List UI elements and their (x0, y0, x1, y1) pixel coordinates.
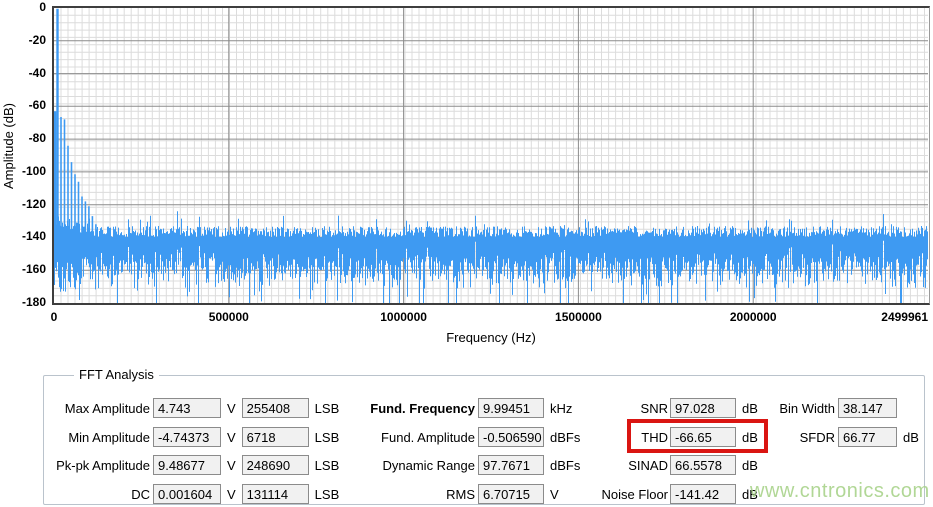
sinad-label: SINAD (580, 458, 668, 473)
max-amplitude-label: Max Amplitude (40, 401, 150, 416)
watermark: www.cntronics.com (750, 480, 930, 503)
y-tick-label: 0 (6, 0, 46, 14)
field-dc: DC 0.001604 V 131114 LSB (40, 484, 339, 504)
field-pkpk-amplitude: Pk-pk Amplitude 9.48677 V 248690 LSB (40, 455, 339, 475)
thd-unit: dB (742, 430, 758, 445)
fund-amplitude-label: Fund. Amplitude (340, 430, 475, 445)
snr-unit: dB (742, 401, 758, 416)
x-tick-label: 2000000 (730, 310, 777, 324)
field-fund-amplitude: Fund. Amplitude -0.506590 dBFs (340, 427, 580, 447)
field-snr: SNR 97.028 dB (580, 398, 758, 418)
field-sinad: SINAD 66.5578 dB (580, 455, 758, 475)
snr-value[interactable]: 97.028 (670, 398, 736, 418)
pkpk-amplitude-unit: V (227, 458, 236, 473)
snr-label: SNR (580, 401, 668, 416)
dynamic-range-value[interactable]: 97.7671 (478, 455, 544, 475)
field-bin-width: Bin Width 38.147 (760, 398, 903, 418)
min-amplitude-label: Min Amplitude (40, 430, 150, 445)
spectrum-svg (54, 8, 928, 303)
groupbox-title: FFT Analysis (74, 367, 159, 382)
y-tick-label: -60 (6, 98, 46, 112)
dc-label: DC (40, 487, 150, 502)
sinad-unit: dB (742, 458, 758, 473)
fund-frequency-value[interactable]: 9.99451 (478, 398, 544, 418)
fund-frequency-unit: kHz (550, 401, 572, 416)
y-tick-label: -80 (6, 131, 46, 145)
min-amplitude-unit: V (227, 430, 236, 445)
field-min-amplitude: Min Amplitude -4.74373 V 6718 LSB (40, 427, 339, 447)
y-tick-label: -140 (6, 229, 46, 243)
noise-floor-value[interactable]: -141.42 (670, 484, 736, 504)
x-tick-label: 1000000 (380, 310, 427, 324)
thd-value[interactable]: -66.65 (670, 427, 736, 447)
rms-value[interactable]: 6.70715 (478, 484, 544, 504)
rms-unit: V (550, 487, 559, 502)
field-dynamic-range: Dynamic Range 97.7671 dBFs (340, 455, 580, 475)
thd-label: THD (580, 430, 668, 445)
max-amplitude-value[interactable]: 4.743 (153, 398, 221, 418)
sfdr-value[interactable]: 66.77 (838, 427, 897, 447)
field-sfdr: SFDR 66.77 dB (760, 427, 919, 447)
y-tick-label: -100 (6, 164, 46, 178)
y-tick-label: -20 (6, 33, 46, 47)
max-amplitude-unit: V (227, 401, 236, 416)
pkpk-amplitude-label: Pk-pk Amplitude (40, 458, 150, 473)
fft-analyzer-window: Amplitude (dB) 0-20-40-60-80-100-120-140… (0, 0, 933, 507)
min-amplitude-lsb-unit: LSB (315, 430, 340, 445)
dc-unit: V (227, 487, 236, 502)
fund-amplitude-unit: dBFs (550, 430, 580, 445)
x-tick-label: 0 (51, 310, 58, 324)
fund-amplitude-value[interactable]: -0.506590 (478, 427, 544, 447)
bin-width-label: Bin Width (760, 401, 835, 416)
sfdr-label: SFDR (760, 430, 835, 445)
max-amplitude-lsb[interactable]: 255408 (242, 398, 309, 418)
max-amplitude-lsb-unit: LSB (315, 401, 340, 416)
y-tick-label: -180 (6, 295, 46, 309)
dc-lsb[interactable]: 131114 (242, 484, 309, 504)
dc-value[interactable]: 0.001604 (153, 484, 221, 504)
y-tick-label: -120 (6, 197, 46, 211)
sinad-value[interactable]: 66.5578 (670, 455, 736, 475)
y-tick-label: -40 (6, 66, 46, 80)
noise-floor-label: Noise Floor (580, 487, 668, 502)
field-noise-floor: Noise Floor -141.42 dB (580, 484, 758, 504)
field-fund-frequency: Fund. Frequency 9.99451 kHz (340, 398, 572, 418)
rms-label: RMS (340, 487, 475, 502)
sfdr-unit: dB (903, 430, 919, 445)
field-rms: RMS 6.70715 V (340, 484, 559, 504)
dc-lsb-unit: LSB (315, 487, 340, 502)
plot-area[interactable] (52, 6, 930, 305)
field-max-amplitude: Max Amplitude 4.743 V 255408 LSB (40, 398, 339, 418)
min-amplitude-lsb[interactable]: 6718 (242, 427, 309, 447)
min-amplitude-value[interactable]: -4.74373 (153, 427, 221, 447)
y-tick-label: -160 (6, 262, 46, 276)
x-tick-label: 1500000 (555, 310, 602, 324)
pkpk-amplitude-lsb-unit: LSB (315, 458, 340, 473)
fft-spectrum-chart: Amplitude (dB) 0-20-40-60-80-100-120-140… (0, 0, 933, 350)
x-axis-title: Frequency (Hz) (54, 330, 928, 345)
dynamic-range-unit: dBFs (550, 458, 580, 473)
bin-width-value[interactable]: 38.147 (838, 398, 897, 418)
x-tick-label: 500000 (209, 310, 249, 324)
pkpk-amplitude-value[interactable]: 9.48677 (153, 455, 221, 475)
pkpk-amplitude-lsb[interactable]: 248690 (242, 455, 309, 475)
x-tick-label: 2499961 (881, 310, 928, 324)
field-thd: THD -66.65 dB (580, 427, 758, 447)
fund-frequency-label: Fund. Frequency (340, 401, 475, 416)
dynamic-range-label: Dynamic Range (340, 458, 475, 473)
